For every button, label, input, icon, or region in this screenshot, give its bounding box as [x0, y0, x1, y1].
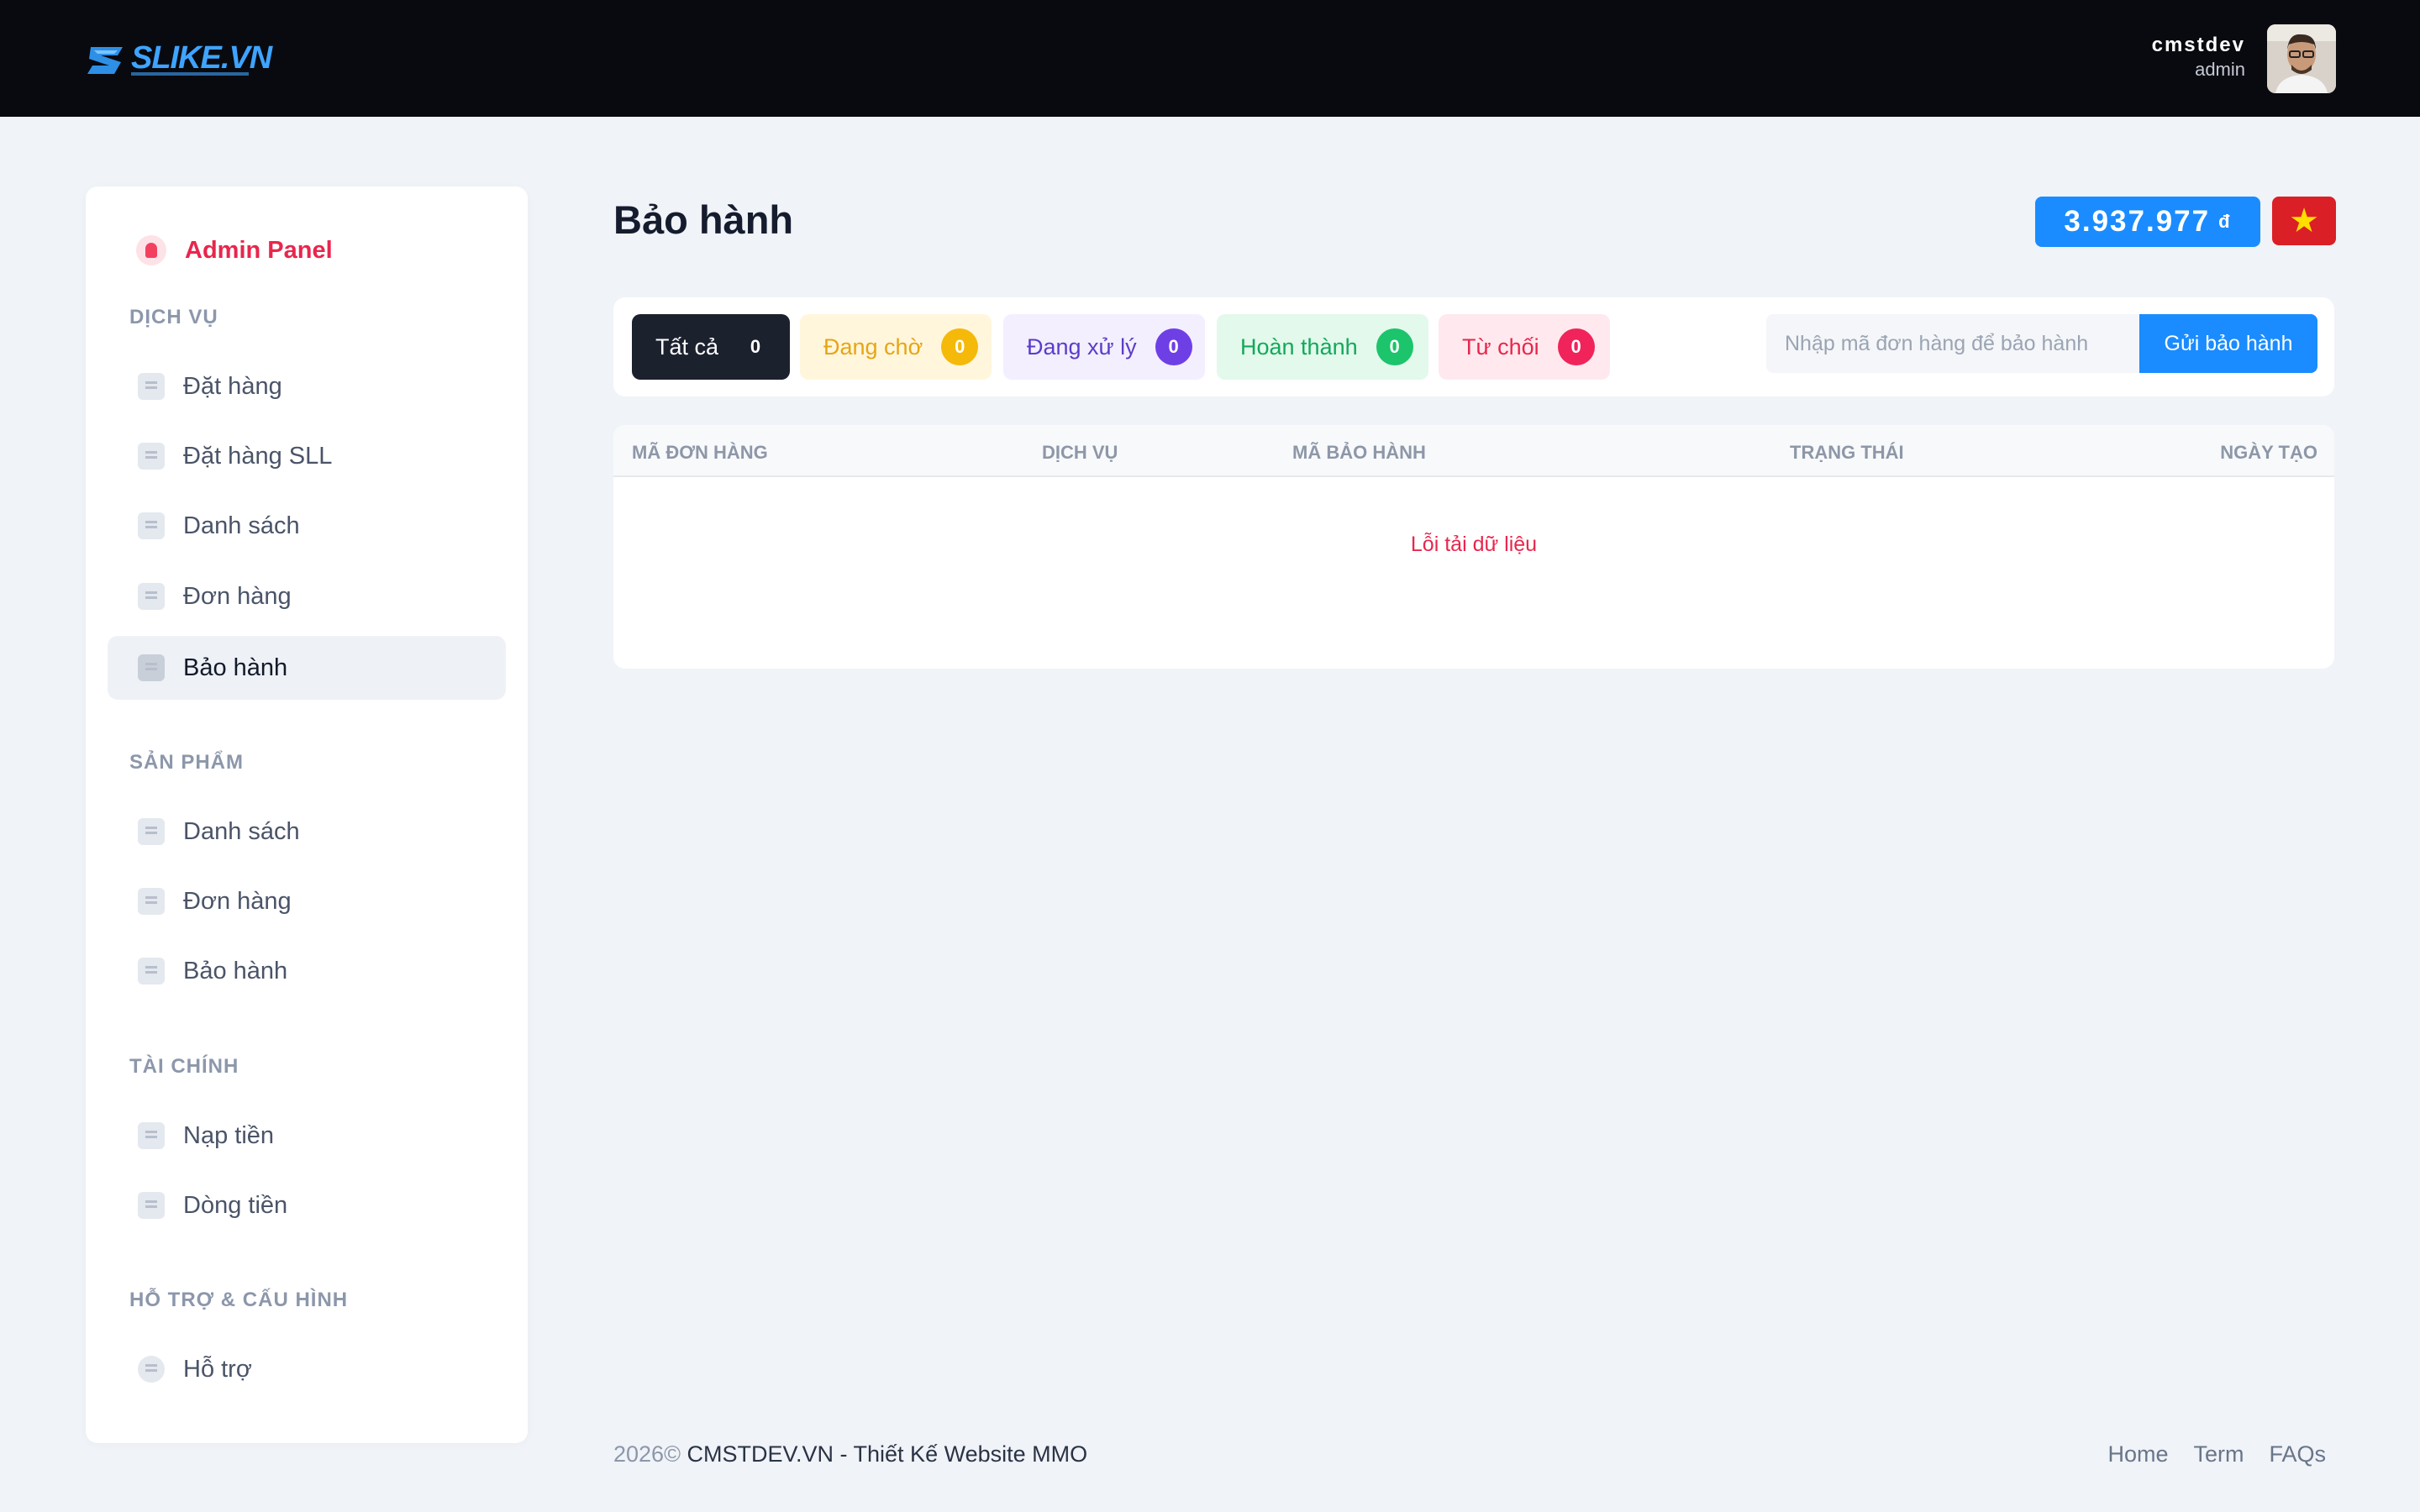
column-header-warranty-code[interactable]: MÃ BẢO HÀNH: [1292, 442, 1426, 464]
sidebar-item-cash-flow[interactable]: Dòng tiền: [108, 1173, 506, 1237]
footer-link-home[interactable]: Home: [2107, 1441, 2168, 1467]
tab-label: Tất cả: [655, 333, 719, 360]
sidebar-item-label: Danh sách: [183, 817, 300, 845]
table-header: MÃ ĐƠN HÀNG DỊCH VỤ MÃ BẢO HÀNH TRẠNG TH…: [613, 425, 2334, 477]
sidebar-item-label: Nạp tiền: [183, 1121, 275, 1149]
table-error-message: Lỗi tải dữ liệu: [1410, 533, 1538, 556]
sidebar-item-label: Đặt hàng: [183, 372, 282, 400]
sidebar-item-product-orders[interactable]: Đơn hàng: [108, 869, 506, 933]
sidebar-item-label: Đặt hàng SLL: [183, 442, 333, 470]
column-header-service[interactable]: DỊCH VỤ: [1042, 442, 1118, 464]
sidebar-item-service-list[interactable]: Danh sách: [108, 494, 506, 558]
sidebar-item-bulk-order[interactable]: Đặt hàng SLL: [108, 424, 506, 488]
sidebar-item-label: Bảo hành: [183, 654, 288, 681]
tab-label: Từ chối: [1462, 333, 1539, 360]
column-header-status[interactable]: TRẠNG THÁI: [1790, 442, 1904, 464]
logo-text: SLIKE.VN: [131, 40, 272, 76]
logo-underline: [131, 72, 249, 76]
tab-pending[interactable]: Đang chờ 0: [800, 314, 992, 380]
help-icon: [138, 1356, 165, 1383]
tab-label: Đang xử lý: [1027, 333, 1137, 360]
tab-completed[interactable]: Hoàn thành 0: [1217, 314, 1428, 380]
tab-label: Đang chờ: [823, 333, 923, 360]
checklist-icon: [138, 583, 165, 610]
sidebar-item-label: Bảo hành: [183, 957, 288, 984]
tab-label: Hoàn thành: [1240, 333, 1358, 360]
sidebar-item-support[interactable]: Hỗ trợ: [108, 1337, 506, 1401]
footer-text[interactable]: CMSTDEV.VN - Thiết Kế Website MMO: [687, 1441, 1087, 1467]
footer-year: 2026©: [613, 1441, 681, 1467]
sidebar-item-label: Danh sách: [183, 512, 300, 539]
user-role: admin: [2195, 59, 2245, 80]
footer-link-term[interactable]: Term: [2193, 1441, 2244, 1467]
calculator-icon: [138, 1192, 165, 1219]
checklist-icon: [138, 888, 165, 915]
vietnam-flag-icon: ★: [2289, 202, 2319, 239]
currency-symbol: đ: [2218, 211, 2232, 232]
list-icon: [138, 512, 165, 539]
warranty-icon: [138, 654, 165, 681]
column-header-order-code[interactable]: MÃ ĐƠN HÀNG: [632, 442, 768, 464]
avatar[interactable]: [2267, 24, 2336, 93]
sidebar-item-service-warranty[interactable]: Bảo hành: [108, 636, 506, 700]
tab-rejected[interactable]: Từ chối 0: [1439, 314, 1610, 380]
filter-bar: Tất cả 0 Đang chờ 0 Đang xử lý 0 Hoàn th…: [613, 297, 2334, 396]
sidebar-item-product-warranty[interactable]: Bảo hành: [108, 939, 506, 1003]
section-title-services: DỊCH VỤ: [129, 306, 218, 328]
balance-amount: 3.937.977: [2064, 205, 2211, 238]
site-logo[interactable]: SLIKE.VN: [84, 37, 272, 81]
balance-badge[interactable]: 3.937.977 đ: [2035, 197, 2260, 247]
box-icon: [138, 818, 165, 845]
sidebar-item-label: Hỗ trợ: [183, 1355, 252, 1383]
sidebar-item-order[interactable]: Đặt hàng: [108, 354, 506, 418]
admin-panel-link[interactable]: Admin Panel: [136, 234, 333, 267]
footer-copyright: 2026© CMSTDEV.VN - Thiết Kế Website MMO: [613, 1441, 1087, 1467]
top-navbar: SLIKE.VN cmstdev admin: [0, 0, 2420, 117]
admin-panel-label: Admin Panel: [185, 236, 333, 264]
tab-count: 0: [941, 328, 979, 365]
section-title-support: HỖ TRỢ & CẤU HÌNH: [129, 1289, 349, 1311]
basket-icon: [138, 443, 165, 470]
sidebar-item-label: Đơn hàng: [183, 887, 292, 915]
tab-processing[interactable]: Đang xử lý 0: [1003, 314, 1205, 380]
tab-count: 0: [1155, 328, 1192, 365]
sidebar-item-service-orders[interactable]: Đơn hàng: [108, 564, 506, 628]
tab-all[interactable]: Tất cả 0: [632, 314, 790, 380]
warranty-icon: [138, 958, 165, 984]
section-title-finance: TÀI CHÍNH: [129, 1055, 239, 1078]
credit-card-icon: [138, 1122, 165, 1149]
user-avatar-icon: [2267, 24, 2336, 93]
user-name[interactable]: cmstdev: [2152, 34, 2245, 57]
column-header-created-date[interactable]: NGÀY TẠO: [2220, 442, 2317, 464]
cart-icon: [138, 373, 165, 400]
sidebar-item-label: Dòng tiền: [183, 1191, 288, 1219]
sidebar-item-label: Đơn hàng: [183, 582, 292, 610]
footer-link-faqs[interactable]: FAQs: [2269, 1441, 2326, 1467]
tab-count: 0: [750, 336, 761, 357]
order-code-input[interactable]: [1766, 314, 2141, 373]
sidebar: Admin Panel DỊCH VỤ Đặt hàng Đặt hàng SL…: [86, 186, 528, 1443]
section-title-products: SẢN PHẨM: [129, 751, 245, 774]
tab-count: 0: [1557, 328, 1595, 365]
logo-mark-icon: [87, 47, 123, 74]
footer-links: Home Term FAQs: [2107, 1441, 2326, 1467]
language-switcher[interactable]: ★: [2272, 197, 2336, 245]
tab-count: 0: [1376, 328, 1413, 365]
user-shield-icon: [136, 235, 166, 265]
sidebar-item-deposit[interactable]: Nạp tiền: [108, 1104, 506, 1168]
sidebar-item-product-list[interactable]: Danh sách: [108, 800, 506, 864]
submit-warranty-button[interactable]: Gửi bảo hành: [2139, 314, 2317, 373]
warranty-table: MÃ ĐƠN HÀNG DỊCH VỤ MÃ BẢO HÀNH TRẠNG TH…: [613, 425, 2334, 669]
page-title: Bảo hành: [613, 197, 794, 242]
